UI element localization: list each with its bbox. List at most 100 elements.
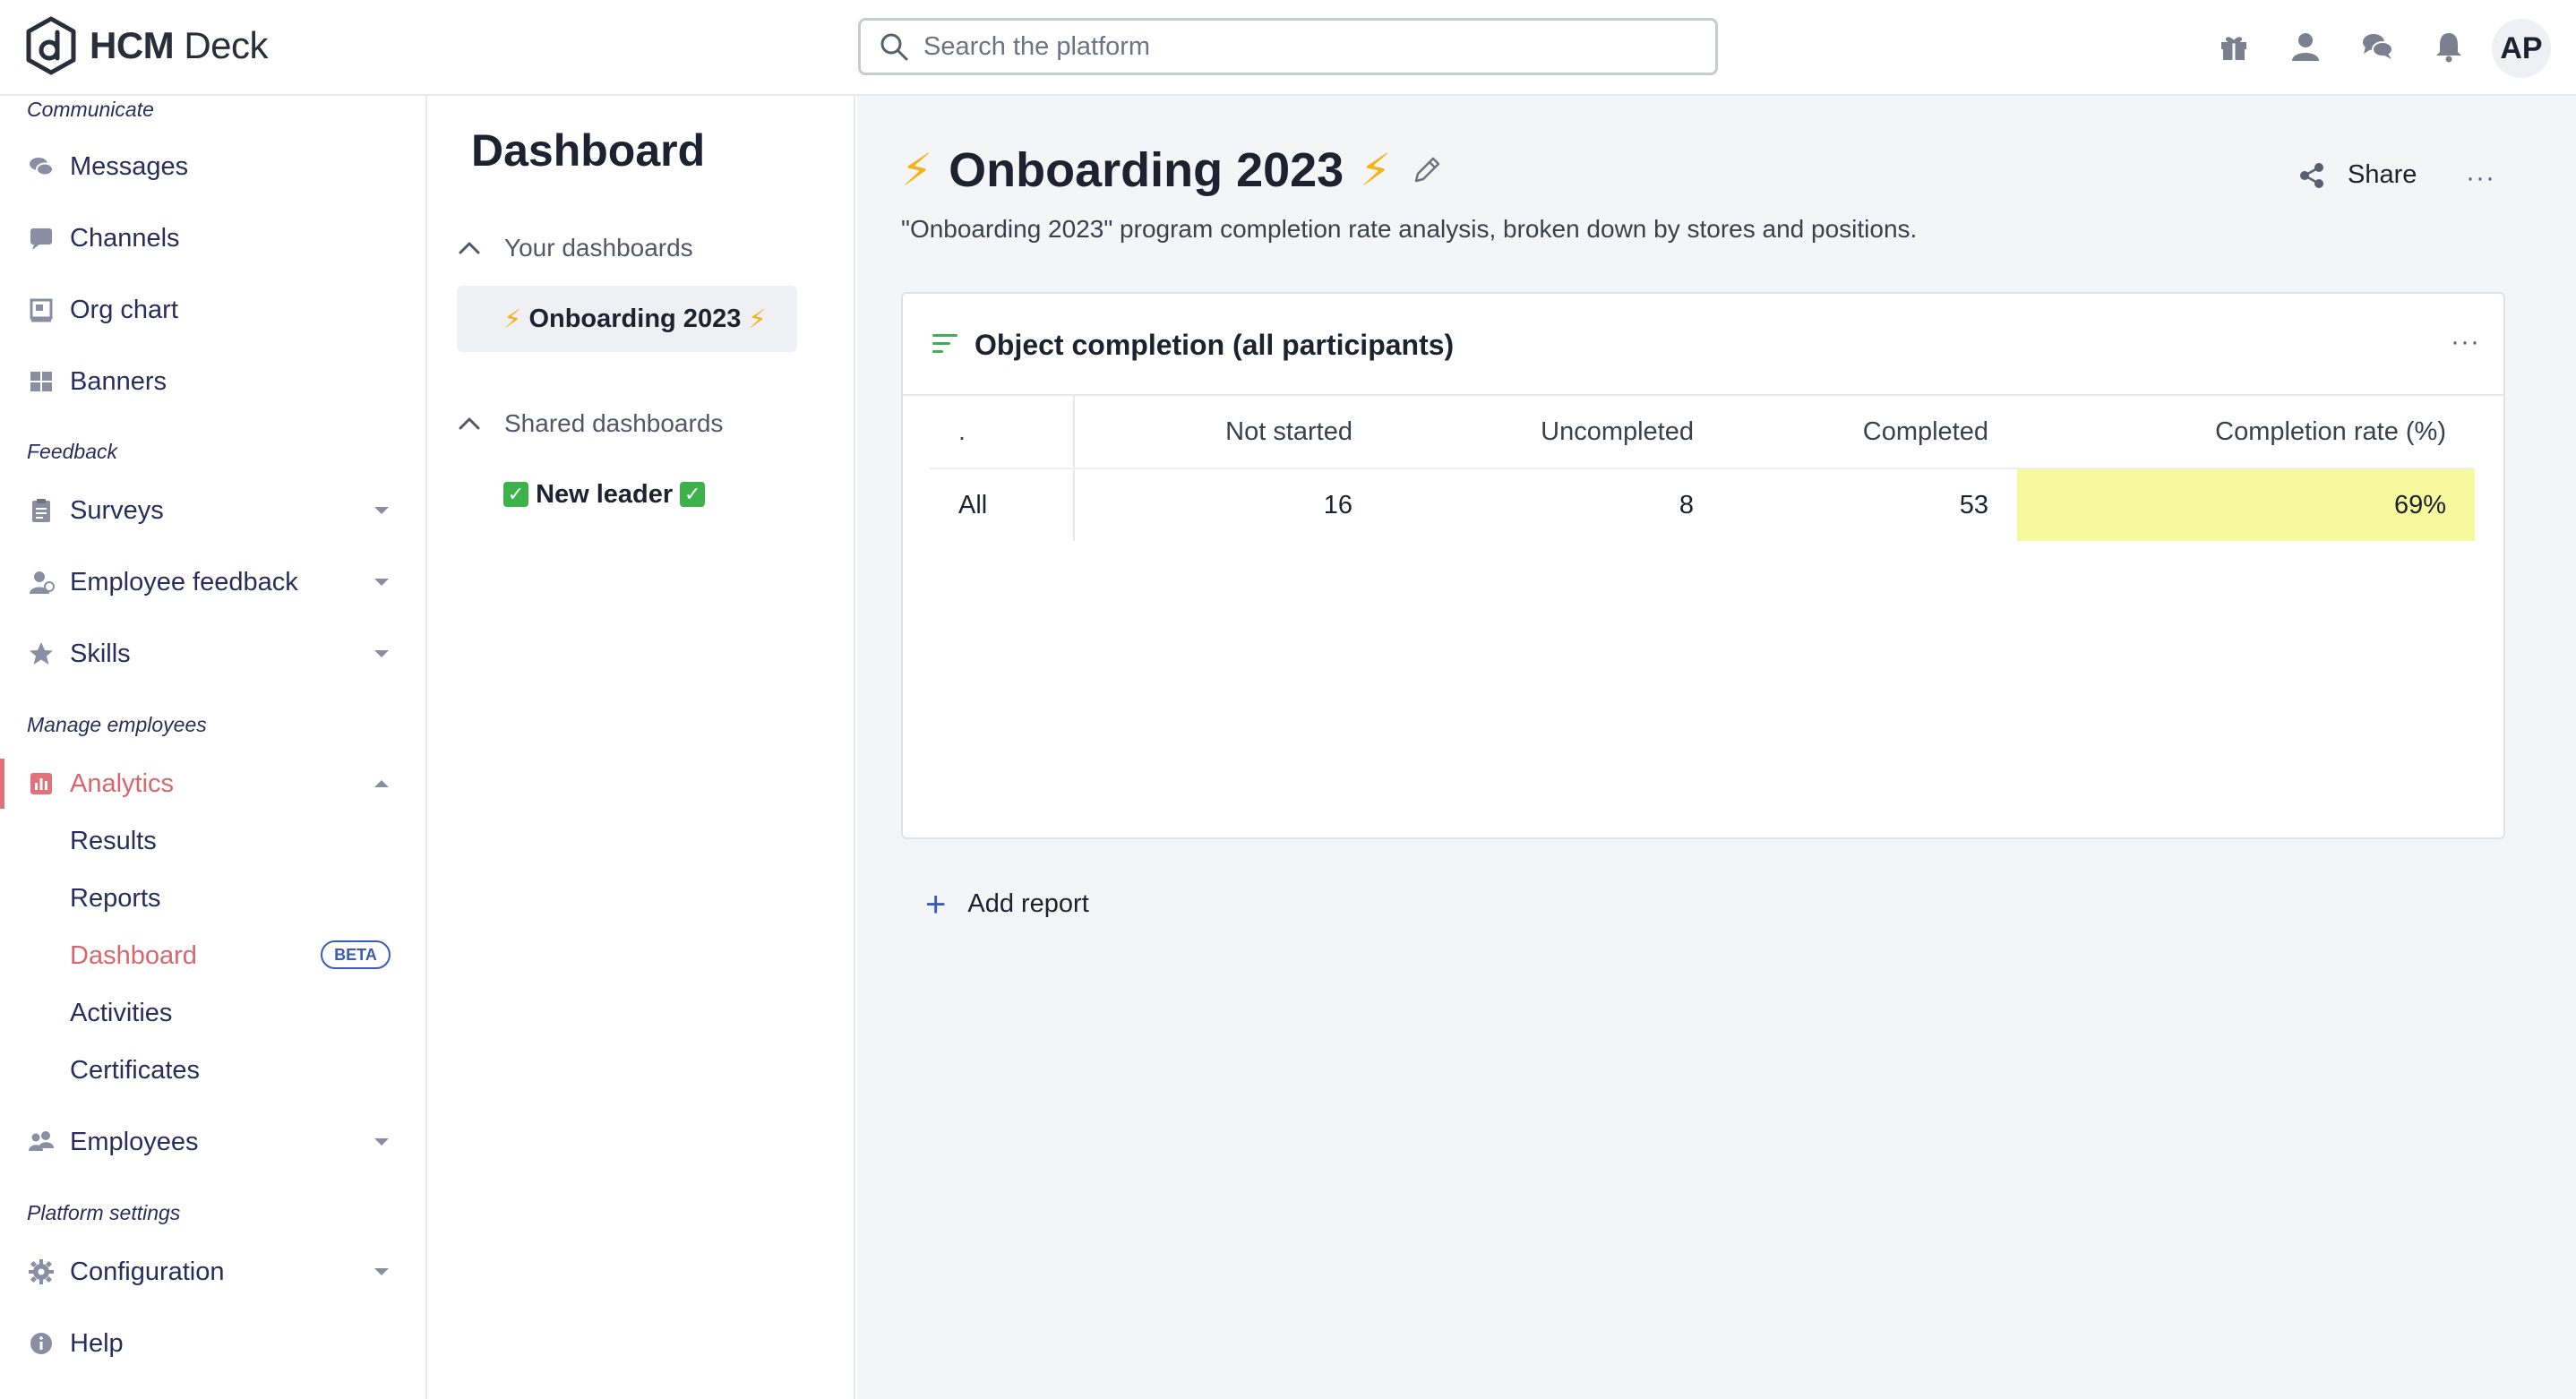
search-input[interactable] [923,31,1676,62]
row-label: All [930,468,1075,541]
dashboard-title-row: ⚡ Onboarding 2023 ⚡ [901,142,1443,198]
sidebar-item-label: Employee feedback [70,567,298,597]
brand-logo[interactable]: HCM Deck [25,16,269,75]
chevron-down-icon [374,1138,389,1146]
add-report-button[interactable]: + Add report [925,884,1089,924]
dashboard-item-label: New leader [536,479,674,509]
uncompleted-cell: 8 [1679,490,1694,519]
avatar[interactable]: AP [2492,19,2551,78]
plus-icon: + [925,884,947,924]
sidebar: Communicate Messages Channels Org chart … [0,96,427,1399]
sidebar-item-help[interactable]: Help [0,1318,425,1369]
sidebar-item-surveys[interactable]: Surveys [0,485,425,536]
gear-icon [27,1257,56,1286]
sidebar-item-skills[interactable]: Skills [0,629,425,679]
clipboard-icon [27,496,56,525]
chevron-down-icon [374,507,389,514]
share-button[interactable]: Share [2297,160,2417,190]
sidebar-item-label: Banners [70,366,167,396]
people-icon [27,1128,56,1156]
lightning-icon: ⚡ [503,305,522,334]
dashboard-item-new-leader[interactable]: ✓ New leader ✓ [457,461,797,528]
chat-icon[interactable] [2357,27,2397,66]
sidebar-subitem-certificates[interactable]: Certificates [70,1052,200,1088]
chevron-up-icon [459,242,480,254]
more-options-icon[interactable]: ··· [2466,165,2495,192]
sidebar-item-label: Analytics [70,768,175,798]
chevron-down-icon [374,579,389,586]
org-chart-icon [27,296,56,324]
column-header: Not started [1074,396,1381,469]
group-label: Shared dashboards [504,409,724,437]
sidebar-item-employees[interactable]: Employees [0,1117,425,1167]
sidebar-item-banners[interactable]: Banners [0,356,425,407]
sidebar-item-analytics[interactable]: Analytics [0,759,425,809]
column-header: Completed [1722,396,2017,469]
sidebar-subitem-reports[interactable]: Reports [70,880,161,916]
card-more-options-icon[interactable]: ··· [2451,329,2480,356]
shared-dashboards-toggle[interactable]: Shared dashboards [456,409,723,438]
panel-title: Dashboard [471,125,706,176]
dashboard-list-panel: Dashboard Your dashboards ⚡ Onboarding 2… [427,96,855,1399]
section-communicate: Communicate [27,98,154,121]
main-content: ⚡ Onboarding 2023 ⚡ "Onboarding 2023" pr… [857,96,2576,1399]
share-icon [2300,162,2323,188]
sidebar-subitem-activities[interactable]: Activities [70,995,172,1031]
table-row: All 16 8 53 69% [930,468,2475,541]
lightning-icon: ⚡ [1360,145,1392,195]
bell-icon[interactable] [2429,27,2469,66]
sidebar-subitem-results[interactable]: Results [70,823,157,859]
sidebar-item-label: Channels [70,223,180,253]
gift-icon[interactable] [2214,27,2254,66]
group-label: Your dashboards [504,234,693,262]
sidebar-item-employee-feedback[interactable]: Employee feedback [0,557,425,607]
column-header: Uncompleted [1381,396,1722,469]
info-icon [27,1329,56,1358]
sidebar-item-channels[interactable]: Channels [0,213,425,263]
sidebar-item-org-chart[interactable]: Org chart [0,285,425,335]
share-label: Share [2348,160,2417,189]
grid-icon [27,367,56,396]
bar-chart-icon [27,769,56,798]
report-title: Object completion (all participants) [975,329,1455,361]
search-box[interactable] [858,18,1718,75]
chevron-up-icon [374,780,389,787]
report-card-header: Object completion (all participants) ··· [903,294,2503,396]
search-icon [880,33,908,61]
check-icon: ✓ [503,482,528,507]
section-platform-settings: Platform settings [27,1201,181,1224]
completion-rate-cell: 69% [2017,468,2475,541]
completed-cell: 53 [1959,490,1988,519]
lightning-icon: ⚡ [748,305,767,334]
star-icon [27,639,56,668]
section-feedback: Feedback [27,440,118,463]
sidebar-subitem-dashboard[interactable]: Dashboard [70,938,197,974]
sidebar-item-label: Org chart [70,295,178,324]
sidebar-item-label: Configuration [70,1257,225,1286]
sidebar-item-label: Employees [70,1127,199,1156]
messages-icon [27,152,56,181]
sidebar-item-configuration[interactable]: Configuration [0,1247,425,1297]
top-bar: HCM Deck AP [0,0,2576,96]
dashboard-item-label: Onboarding 2023 [528,304,742,333]
channel-icon [27,224,56,253]
user-icon[interactable] [2286,27,2325,66]
chevron-down-icon [374,1268,389,1275]
column-header: . [930,396,1075,469]
column-header: Completion rate (%) [2017,396,2475,469]
sidebar-item-messages[interactable]: Messages [0,142,425,192]
chevron-up-icon [459,417,480,430]
page-title: Onboarding 2023 [949,143,1344,197]
logo-icon [26,16,76,75]
sidebar-item-label: Help [70,1328,124,1358]
beta-badge: BETA [321,940,391,969]
section-manage-employees: Manage employees [27,713,207,736]
sidebar-item-label: Messages [70,151,189,181]
dashboard-item-onboarding-2023[interactable]: ⚡ Onboarding 2023 ⚡ [457,286,797,352]
edit-pencil-icon[interactable] [1411,154,1443,186]
person-feedback-icon [27,568,56,597]
add-report-label: Add report [967,889,1089,918]
sidebar-item-label: Skills [70,639,131,668]
your-dashboards-toggle[interactable]: Your dashboards [456,234,693,262]
table-header-row: . Not started Uncompleted Completed Comp… [930,396,2475,469]
